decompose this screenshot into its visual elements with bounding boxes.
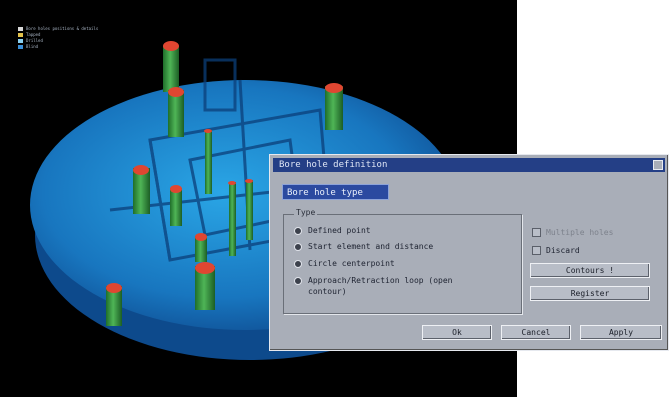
pin-6 bbox=[204, 129, 212, 194]
pin-7 bbox=[228, 181, 236, 256]
checkbox-label: Multiple holes bbox=[546, 228, 614, 237]
radio-defined-point[interactable]: Defined point bbox=[294, 225, 371, 236]
ok-button[interactable]: Ok bbox=[422, 325, 492, 340]
pin-9 bbox=[195, 233, 207, 262]
contours-button[interactable]: Contours ! bbox=[530, 263, 650, 278]
window-menu-button[interactable] bbox=[653, 160, 663, 170]
radio-dot-icon bbox=[294, 243, 302, 251]
radio-dot-icon bbox=[294, 227, 302, 235]
dialog-titlebar[interactable]: Bore hole definition bbox=[273, 158, 665, 172]
radio-approach-retraction-loop[interactable]: Approach/Retraction loop (open contour) bbox=[294, 275, 494, 297]
dialog-title: Bore hole definition bbox=[279, 160, 388, 170]
checkbox-box bbox=[532, 228, 541, 237]
type-group: Type Defined point Start element and dis… bbox=[283, 208, 522, 314]
apply-button[interactable]: Apply bbox=[580, 325, 662, 340]
radio-label: Approach/Retraction loop (open contour) bbox=[308, 276, 453, 296]
legend-swatch bbox=[18, 27, 23, 31]
discard-checkbox[interactable]: Discard bbox=[532, 246, 580, 255]
legend: Bore holes positions & details Tapped Dr… bbox=[18, 26, 98, 50]
pin-2 bbox=[168, 87, 184, 137]
radio-dot-icon bbox=[294, 277, 302, 285]
pin-3 bbox=[325, 83, 343, 130]
pin-1 bbox=[163, 41, 179, 92]
legend-swatch bbox=[18, 33, 23, 37]
register-button[interactable]: Register bbox=[530, 286, 650, 301]
pin-11 bbox=[106, 283, 122, 326]
tab-bore-hole-type[interactable]: Bore hole type bbox=[282, 184, 389, 200]
pin-10 bbox=[195, 262, 215, 310]
radio-circle-centerpoint[interactable]: Circle centerpoint bbox=[294, 258, 395, 269]
checkbox-label: Discard bbox=[546, 246, 580, 255]
type-group-label: Type bbox=[294, 208, 318, 217]
pin-5 bbox=[170, 185, 182, 226]
checkbox-box bbox=[532, 246, 541, 255]
legend-swatch bbox=[18, 39, 23, 43]
bore-hole-dialog: Bore hole definition Bore hole type Type… bbox=[269, 154, 669, 351]
radio-start-element-distance[interactable]: Start element and distance bbox=[294, 241, 433, 252]
radio-label: Defined point bbox=[308, 226, 371, 235]
pin-8 bbox=[245, 179, 253, 240]
radio-dot-icon bbox=[294, 260, 302, 268]
legend-label: Blind bbox=[26, 44, 39, 49]
pin-4 bbox=[133, 165, 150, 214]
legend-swatch bbox=[18, 45, 23, 49]
cancel-button[interactable]: Cancel bbox=[501, 325, 571, 340]
radio-label: Circle centerpoint bbox=[308, 259, 395, 268]
multiple-holes-checkbox[interactable]: Multiple holes bbox=[532, 228, 613, 237]
radio-label: Start element and distance bbox=[308, 242, 434, 251]
legend-item: Blind bbox=[18, 44, 98, 50]
